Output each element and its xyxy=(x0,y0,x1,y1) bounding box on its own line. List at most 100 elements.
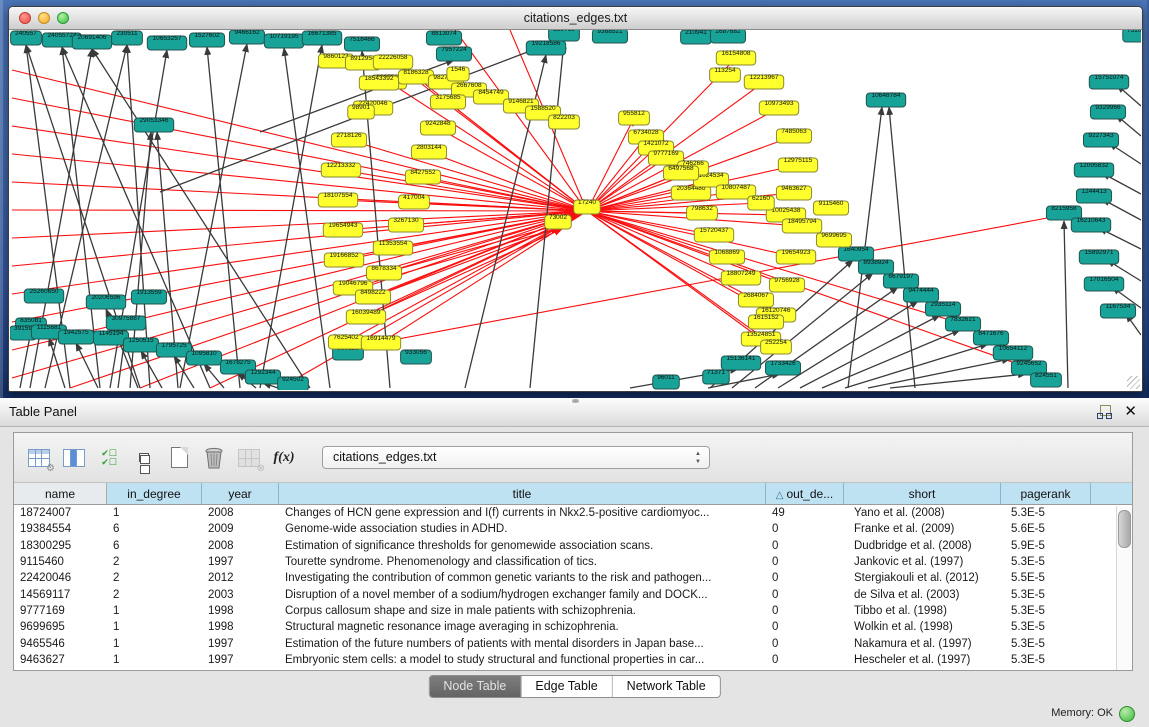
graph-node[interactable]: 8678334 xyxy=(366,265,401,280)
graph-node[interactable]: 19218586 xyxy=(526,40,565,55)
column-header-short[interactable]: short xyxy=(844,483,1001,505)
graph-node[interactable]: 15720437 xyxy=(694,227,733,242)
graph-node[interactable]: 7485063 xyxy=(776,128,811,143)
memory-status-indicator[interactable] xyxy=(1119,706,1135,722)
graph-node[interactable]: 19166852 xyxy=(324,252,363,267)
graph-node[interactable]: 1068869 xyxy=(709,249,744,264)
graph-node[interactable]: 8498222 xyxy=(355,289,390,304)
delete-trash-icon[interactable] xyxy=(201,445,227,471)
graph-node[interactable]: 2935114 xyxy=(925,301,960,316)
graph-node[interactable]: 1546 xyxy=(447,66,469,81)
graph-node[interactable]: 75103 xyxy=(1123,30,1141,42)
graph-node[interactable]: 240557 xyxy=(11,30,42,45)
graph-node[interactable]: 6679197 xyxy=(883,273,918,288)
new-file-icon[interactable] xyxy=(166,445,192,471)
graph-node[interactable]: 16210643 xyxy=(1071,217,1110,232)
deselect-boxes-icon[interactable] xyxy=(131,445,157,471)
graph-node[interactable]: 9227343 xyxy=(1083,132,1118,147)
graph-node[interactable]: 15136141 xyxy=(721,355,760,370)
graph-node[interactable]: 2718126 xyxy=(331,132,366,147)
window-resize-grip[interactable] xyxy=(1127,376,1140,389)
graph-node[interactable]: 933056 xyxy=(401,349,432,364)
column-header-name[interactable]: name xyxy=(14,483,107,505)
graph-node[interactable]: 29053346 xyxy=(134,117,173,132)
graph-node[interactable]: 9329966 xyxy=(1090,104,1125,119)
scrollbar-thumb[interactable] xyxy=(1118,510,1131,548)
vertical-scrollbar[interactable] xyxy=(1116,506,1132,670)
graph-node[interactable]: 9242848 xyxy=(420,120,455,135)
graph-node[interactable]: 9474444 xyxy=(903,287,938,302)
graph-node[interactable]: 20206596 xyxy=(86,294,125,309)
table-row[interactable]: 1872400712008Changes of HCN gene express… xyxy=(14,505,1132,521)
graph-node[interactable]: 18543392 xyxy=(359,75,398,90)
graph-node[interactable]: 3175685 xyxy=(430,94,465,109)
graph-node[interactable]: 8938924 xyxy=(858,259,893,274)
graph-node[interactable]: 1527602 xyxy=(189,32,224,47)
graph-node[interactable]: 12095832 xyxy=(1074,162,1113,177)
graph-node[interactable]: 96011 xyxy=(653,374,680,389)
graph-node[interactable]: 9368521 xyxy=(592,30,627,43)
float-panel-icon[interactable] xyxy=(1097,405,1111,419)
table-row[interactable]: 911546021997Tourette syndrome. Phenomeno… xyxy=(14,554,1132,570)
graph-node[interactable]: 17240 xyxy=(574,199,601,214)
graph-node[interactable]: 98901 xyxy=(348,104,375,119)
graph-node[interactable]: 230511 xyxy=(112,30,143,45)
graph-node[interactable]: 18495794 xyxy=(782,218,821,233)
graph-node[interactable]: 8427552 xyxy=(405,169,440,184)
graph-node[interactable]: 18107554 xyxy=(318,192,357,207)
graph-node[interactable]: 3267130 xyxy=(388,217,423,232)
graph-node[interactable]: 2684067 xyxy=(738,292,773,307)
graph-node[interactable]: 16039489 xyxy=(346,309,385,324)
graph-node[interactable]: 73002 xyxy=(545,214,572,229)
graph-node[interactable]: 25260650 xyxy=(24,288,63,303)
graph-node[interactable]: 9756928 xyxy=(769,277,804,292)
graph-node[interactable]: 1733426 xyxy=(765,360,800,375)
graph-node[interactable]: 1913559 xyxy=(131,289,166,304)
table-select-combobox[interactable]: citations_edges.txt ▲▼ xyxy=(322,446,710,469)
column-header-out_de[interactable]: △out_de... xyxy=(766,483,844,505)
table-row[interactable]: 1830029562008Estimation of significance … xyxy=(14,538,1132,554)
graph-node[interactable]: 16671385 xyxy=(302,30,341,45)
graph-node[interactable]: 252254 xyxy=(761,339,792,354)
column-select-icon[interactable] xyxy=(61,445,87,471)
graph-node[interactable]: 11353554 xyxy=(373,240,412,255)
graph-node[interactable]: 7625402 xyxy=(328,334,363,349)
table-settings-icon[interactable]: ⚙ xyxy=(26,445,52,471)
table-row[interactable]: 1938455462009Genome-wide association stu… xyxy=(14,521,1132,537)
graph-node[interactable]: 9466162 xyxy=(229,30,264,44)
graph-node[interactable]: 924502 xyxy=(278,376,309,390)
tab-edge-table[interactable]: Edge Table xyxy=(520,676,611,697)
graph-node[interactable]: 1095810 xyxy=(186,350,221,365)
graph-node[interactable]: 417004 xyxy=(399,194,430,209)
column-header-pagerank[interactable]: pagerank xyxy=(1001,483,1091,505)
window-titlebar[interactable]: citations_edges.txt xyxy=(9,7,1142,30)
table-row[interactable]: 946554611997Estimation of the future num… xyxy=(14,635,1132,651)
column-header-in_degree[interactable]: in_degree xyxy=(107,483,202,505)
column-header-title[interactable]: title xyxy=(279,483,766,505)
graph-node[interactable]: 824551 xyxy=(1031,372,1062,387)
graph-node[interactable]: 71371 xyxy=(703,369,730,384)
graph-node[interactable]: 1250515 xyxy=(123,337,158,352)
graph-node[interactable]: 8471676 xyxy=(973,330,1008,345)
graph-node[interactable]: 2687682 xyxy=(710,30,745,43)
graph-node[interactable]: 16154808 xyxy=(716,50,755,65)
table-row[interactable]: 946362711997Embryonic stem cells: a mode… xyxy=(14,652,1132,668)
table-row[interactable]: 969969511998Structural magnetic resonanc… xyxy=(14,619,1132,635)
graph-node[interactable]: 1942575 xyxy=(58,329,93,344)
graph-node[interactable]: 62160 xyxy=(748,195,775,210)
graph-node[interactable]: 10654112 xyxy=(993,345,1032,360)
graph-node[interactable]: 1615152 xyxy=(748,314,783,329)
graph-node[interactable]: 15892971 xyxy=(1079,249,1118,264)
graph-node[interactable]: 113254 xyxy=(710,67,741,82)
graph-node[interactable]: 18807249 xyxy=(721,270,760,285)
graph-node[interactable]: 7832621 xyxy=(945,316,980,331)
table-panel-header[interactable]: Table Panel ✕ xyxy=(0,398,1149,427)
zoom-window-button[interactable] xyxy=(57,12,69,24)
graph-node[interactable]: 19654943 xyxy=(323,222,362,237)
column-header-year[interactable]: year xyxy=(202,483,279,505)
combobox-stepper-icon[interactable]: ▲▼ xyxy=(693,450,703,466)
graph-node[interactable]: 12213967 xyxy=(744,74,783,89)
graph-node[interactable]: 10648784 xyxy=(866,92,905,107)
graph-node[interactable]: 7957224 xyxy=(436,46,471,61)
graph-node[interactable]: 2803144 xyxy=(411,144,446,159)
